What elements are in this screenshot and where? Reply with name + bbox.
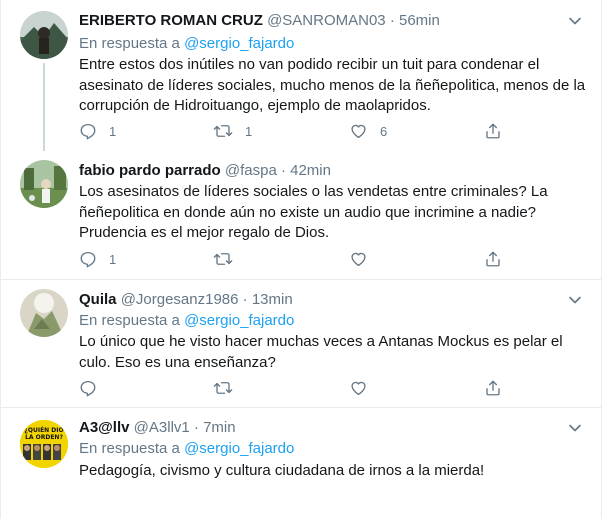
user-handle[interactable]: @Jorgesanz1986 [121,291,239,308]
separator-dot: · [389,12,395,29]
like-button[interactable] [349,378,368,398]
user-handle[interactable]: @A3llv1 [134,419,190,436]
chevron-down-icon[interactable] [568,293,582,307]
tweet[interactable]: Quila @Jorgesanz1986 · 13min En respuest… [1,280,602,407]
display-name[interactable]: ERIBERTO ROMAN CRUZ [79,12,263,29]
avatar[interactable]: ¿QUIÉN DIO LA ORDEN? [20,420,68,468]
tweet-text: Pedagogía, civismo y cultura ciudadana d… [79,462,485,479]
like-button[interactable]: 6 [349,121,387,141]
tweet-timeline: ERIBERTO ROMAN CRUZ @SANROMAN03 · 56min … [0,0,602,519]
retweet-icon [213,253,233,265]
tweet[interactable]: ¿QUIÉN DIO LA ORDEN? A3@llv @A3llv1 · 7m… [1,408,602,519]
reply-button[interactable] [79,378,97,398]
tweet[interactable]: ERIBERTO ROMAN CRUZ @SANROMAN03 · 56min … [1,0,602,151]
tweet-actions: 1 1 6 [79,121,519,141]
thread-line [43,63,45,151]
separator-dot: · [242,291,248,308]
reply-icon [80,123,96,140]
tweet-header: A3@llv @A3llv1 · 7min [79,418,236,438]
heart-icon [351,252,366,267]
display-name[interactable]: Quila [79,291,117,308]
avatar[interactable] [20,160,68,208]
separator-dot: · [280,162,286,179]
reply-button[interactable]: 1 [79,249,116,269]
reply-count: 1 [109,123,117,139]
share-icon [486,251,500,267]
retweet-icon [213,125,233,137]
reply-icon [80,380,96,397]
share-icon [486,380,500,396]
reply-mention-link[interactable]: @sergio_fajardo [184,35,294,52]
like-count: 6 [380,123,388,139]
retweet-button[interactable] [213,249,233,269]
avatar[interactable] [20,11,68,59]
avatar[interactable] [20,289,68,337]
retweet-button[interactable] [213,378,233,398]
reply-mention-link[interactable]: @sergio_fajardo [184,440,294,457]
tweet-actions: 1 [79,249,519,269]
tweet-header: fabio pardo parrado @faspa · 42min [79,161,331,181]
share-button[interactable] [484,121,502,141]
display-name[interactable]: A3@llv [79,419,129,436]
share-button[interactable] [484,378,502,398]
reply-prefix: En respuesta a [79,312,180,329]
reply-context: En respuesta a @sergio_fajardo [79,34,294,54]
reply-count: 1 [109,251,117,267]
heart-icon [351,381,366,396]
tweet-text: Los asesinatos de líderes sociales o las… [79,183,548,241]
tweet-actions [79,378,519,398]
user-handle[interactable]: @faspa [225,162,277,179]
tweet[interactable]: fabio pardo parrado @faspa · 42min Los a… [1,151,602,279]
reply-context: En respuesta a @sergio_fajardo [79,439,294,459]
heart-icon [351,124,366,139]
reply-prefix: En respuesta a [79,35,180,52]
separator-dot: · [193,419,199,436]
share-button[interactable] [484,249,502,269]
tweet-header: ERIBERTO ROMAN CRUZ @SANROMAN03 · 56min [79,11,440,31]
share-icon [486,123,500,139]
tweet-header: Quila @Jorgesanz1986 · 13min [79,290,293,310]
timestamp[interactable]: 7min [203,419,236,436]
timestamp[interactable]: 42min [290,162,331,179]
retweet-count: 1 [245,123,253,139]
avatar-text-bottom: LA ORDEN? [25,434,63,441]
reply-context: En respuesta a @sergio_fajardo [79,311,294,331]
chevron-down-icon[interactable] [568,421,582,435]
tweet-text: Lo único que he visto hacer muchas veces… [79,333,563,371]
reply-button[interactable]: 1 [79,121,116,141]
like-button[interactable] [349,249,368,269]
reply-mention-link[interactable]: @sergio_fajardo [184,312,294,329]
display-name[interactable]: fabio pardo parrado [79,162,221,179]
retweet-button[interactable]: 1 [213,121,252,141]
reply-prefix: En respuesta a [79,440,180,457]
reply-icon [80,251,96,268]
avatar-text-top: ¿QUIÉN DIO [24,426,63,434]
timestamp[interactable]: 13min [252,291,293,308]
timestamp[interactable]: 56min [399,12,440,29]
user-handle[interactable]: @SANROMAN03 [267,12,386,29]
chevron-down-icon[interactable] [568,14,582,28]
retweet-icon [213,382,233,394]
tweet-text: Entre estos dos inútiles no van podido r… [79,56,586,114]
